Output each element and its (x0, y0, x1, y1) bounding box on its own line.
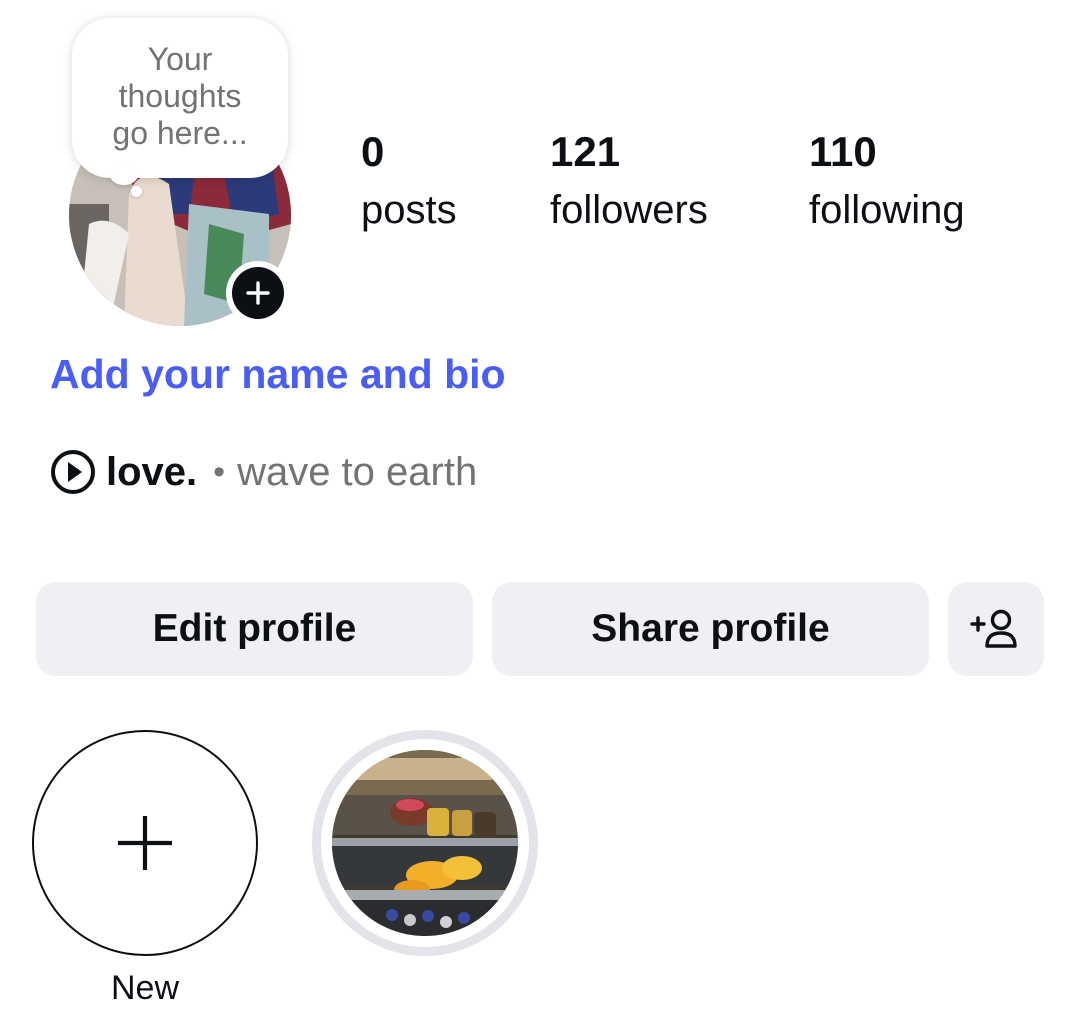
note-bubble-tail-dot (131, 186, 142, 197)
artist-name: wave to earth (237, 449, 478, 494)
new-highlight[interactable]: New (32, 730, 258, 1008)
new-highlight-label: New (110, 969, 180, 1007)
profile-music[interactable]: love. • wave to earth (50, 446, 477, 498)
stat-followers[interactable]: 121 followers (550, 126, 708, 236)
edit-profile-button[interactable]: Edit profile (36, 582, 473, 676)
posts-label: posts (361, 188, 457, 232)
stat-following[interactable]: 110 following (809, 126, 965, 236)
play-circle-icon (51, 450, 95, 494)
music-separator: • (213, 452, 226, 491)
plus-icon (118, 816, 172, 870)
add-name-bio-link[interactable]: Add your name and bio (50, 348, 506, 400)
following-count: 110 (809, 128, 877, 175)
share-profile-button[interactable]: Share profile (492, 582, 929, 676)
following-label: following (809, 188, 965, 232)
highlight-thumbnail (332, 750, 518, 936)
song-title: love. (106, 449, 198, 494)
note-bubble-tail (110, 165, 138, 185)
note-placeholder: Your thoughts go here... (112, 40, 248, 151)
highlight-ring (312, 730, 538, 956)
note-bubble[interactable]: Your thoughts go here... (72, 18, 288, 178)
followers-label: followers (550, 188, 708, 232)
followers-count: 121 (550, 128, 621, 175)
posts-count: 0 (361, 128, 385, 175)
plus-icon (246, 281, 270, 305)
add-person-icon (970, 609, 1017, 648)
discover-people-button[interactable] (948, 582, 1044, 676)
new-highlight-circle (32, 730, 258, 956)
add-story-button[interactable] (226, 261, 290, 325)
stat-posts[interactable]: 0 posts (361, 126, 457, 236)
highlight-item[interactable] (312, 730, 538, 956)
